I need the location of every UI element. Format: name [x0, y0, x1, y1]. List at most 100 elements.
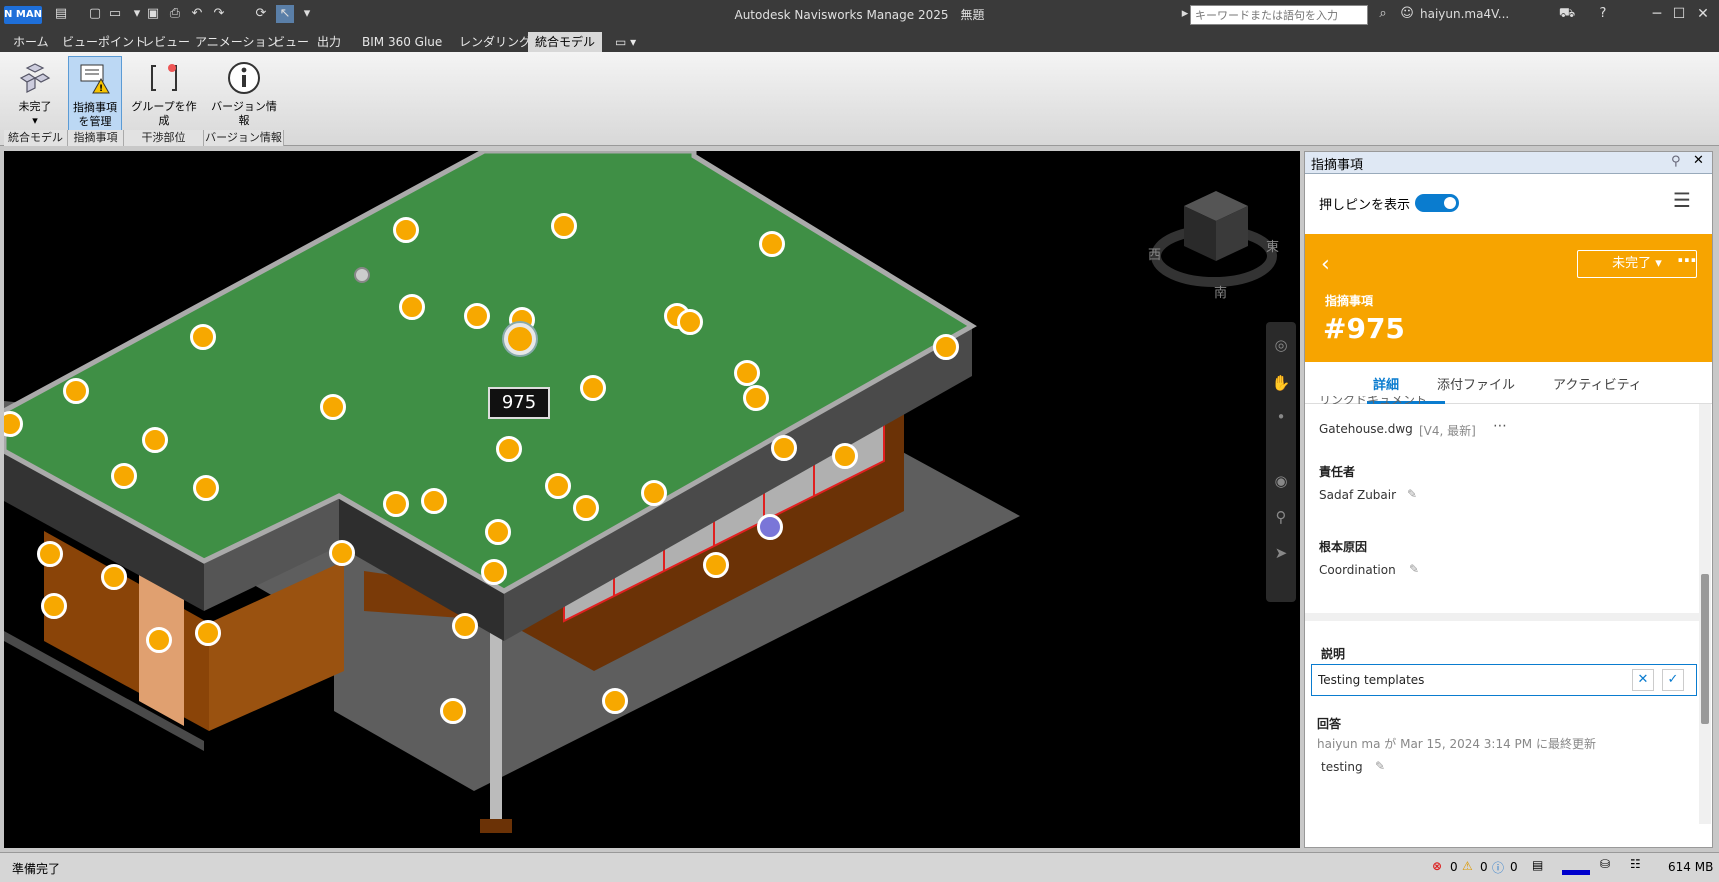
- redo-icon[interactable]: ↷: [210, 5, 228, 23]
- zoom-icon[interactable]: •: [1270, 406, 1292, 428]
- model-viewport[interactable]: 西 東 南 975 ◎ ✋ • ◉ ⚲ ➤: [4, 151, 1300, 848]
- issue-pin[interactable]: [101, 564, 127, 590]
- issue-pin[interactable]: [383, 491, 409, 517]
- issue-pin[interactable]: [452, 613, 478, 639]
- issue-pin[interactable]: [771, 435, 797, 461]
- issue-pin[interactable]: [734, 360, 760, 386]
- hamburger-menu-icon[interactable]: ☰: [1673, 188, 1691, 212]
- refresh-icon[interactable]: ⟳: [252, 5, 270, 23]
- issue-pin[interactable]: [329, 540, 355, 566]
- back-chevron-icon[interactable]: ‹: [1321, 252, 1330, 277]
- minimize-button[interactable]: ─: [1646, 4, 1668, 24]
- issue-pin[interactable]: [41, 593, 67, 619]
- issue-pin[interactable]: [111, 463, 137, 489]
- tab-extra-dropdown[interactable]: ▭ ▾: [608, 32, 643, 52]
- user-icon[interactable]: ☺: [1398, 5, 1416, 23]
- selected-issue-pin[interactable]: [504, 323, 536, 355]
- user-name[interactable]: haiyun.ma4V...: [1420, 7, 1509, 21]
- issue-pin[interactable]: [142, 427, 168, 453]
- issue-pin[interactable]: [399, 294, 425, 320]
- issue-pin[interactable]: [195, 620, 221, 646]
- issue-pin[interactable]: [545, 473, 571, 499]
- error-icon[interactable]: ⊗: [1432, 859, 1442, 873]
- tab-rendering[interactable]: レンダリング: [452, 32, 538, 52]
- steering-wheel-icon[interactable]: ◎: [1270, 334, 1292, 356]
- info-status-icon[interactable]: ⓘ: [1492, 859, 1504, 876]
- tab-details[interactable]: 詳細: [1373, 374, 1399, 393]
- tab-attachments[interactable]: 添付ファイル: [1437, 374, 1515, 393]
- pin-panel-icon[interactable]: ⚲: [1671, 154, 1681, 169]
- cart-icon[interactable]: ⛟: [1558, 5, 1576, 23]
- undo-icon[interactable]: ↶: [188, 5, 206, 23]
- maximize-button[interactable]: ☐: [1668, 4, 1690, 24]
- more-options-icon[interactable]: ⋯: [1677, 248, 1697, 272]
- issue-pin-closed[interactable]: [757, 514, 783, 540]
- issue-pin[interactable]: [440, 698, 466, 724]
- show-pins-toggle[interactable]: [1415, 194, 1459, 212]
- status-filter-button[interactable]: 未完了 ▾: [4, 56, 66, 132]
- help-icon[interactable]: ?: [1594, 5, 1612, 23]
- close-window-button[interactable]: ✕: [1692, 4, 1714, 24]
- tab-view[interactable]: ビュー: [266, 32, 316, 52]
- issue-pin[interactable]: [464, 303, 490, 329]
- issue-pin[interactable]: [580, 375, 606, 401]
- panel-scrollbar[interactable]: [1699, 404, 1711, 824]
- select-cursor-icon[interactable]: ↖: [276, 5, 294, 23]
- issue-pin[interactable]: [703, 552, 729, 578]
- cancel-edit-button[interactable]: ✕: [1632, 669, 1654, 691]
- edit-answer-icon[interactable]: ✎: [1375, 759, 1385, 773]
- save-icon[interactable]: ▣: [144, 5, 162, 23]
- tab-integrated-model[interactable]: 統合モデル: [528, 32, 603, 52]
- issue-pin[interactable]: [759, 231, 785, 257]
- scrollbar-thumb[interactable]: [1701, 574, 1709, 724]
- issue-pin[interactable]: [573, 495, 599, 521]
- pan-hand-icon[interactable]: ✋: [1270, 372, 1292, 394]
- walk-icon[interactable]: ⚲: [1270, 506, 1292, 528]
- issue-pin[interactable]: [193, 475, 219, 501]
- confirm-edit-button[interactable]: ✓: [1662, 669, 1684, 691]
- app-logo[interactable]: N MAN: [4, 6, 42, 24]
- issue-pin[interactable]: [551, 213, 577, 239]
- issue-pin[interactable]: [832, 443, 858, 469]
- warning-icon[interactable]: ⚠: [1462, 859, 1473, 873]
- issue-pin[interactable]: [190, 324, 216, 350]
- issue-pin[interactable]: [641, 480, 667, 506]
- linked-file-name[interactable]: Gatehouse.dwg: [1319, 422, 1413, 436]
- customize-dropdown-icon[interactable]: ▾: [298, 5, 316, 23]
- issue-pin[interactable]: [933, 334, 959, 360]
- issue-pin[interactable]: [602, 688, 628, 714]
- edit-assignee-icon[interactable]: ✎: [1407, 487, 1417, 501]
- search-input[interactable]: [1190, 5, 1368, 25]
- issue-pin[interactable]: [496, 436, 522, 462]
- issue-pin[interactable]: [320, 394, 346, 420]
- issue-pin[interactable]: [146, 627, 172, 653]
- file-more-icon[interactable]: ⋯: [1493, 418, 1507, 434]
- issue-pin[interactable]: [421, 488, 447, 514]
- issue-pin[interactable]: [743, 385, 769, 411]
- issue-pin[interactable]: [63, 378, 89, 404]
- issue-pin[interactable]: [393, 217, 419, 243]
- select-icon[interactable]: ➤: [1270, 542, 1292, 564]
- orbit-icon[interactable]: ◉: [1270, 470, 1292, 492]
- issue-pin[interactable]: [485, 519, 511, 545]
- version-info-button[interactable]: バージョン情報: [206, 56, 282, 132]
- open-folder-icon[interactable]: ▭: [106, 5, 124, 23]
- description-input[interactable]: [1312, 665, 1612, 695]
- binoculars-icon[interactable]: ⌕: [1374, 5, 1392, 23]
- tab-home[interactable]: ホーム: [6, 32, 56, 52]
- group-integrated-model: 統合モデル: [4, 130, 68, 146]
- open-app-icon[interactable]: ▤: [52, 5, 70, 23]
- sheet-browser-icon[interactable]: ▤: [1532, 858, 1543, 872]
- manage-issues-button[interactable]: ! 指摘事項 を管理: [68, 56, 122, 132]
- print-icon[interactable]: ⎙: [166, 5, 184, 23]
- new-file-icon[interactable]: ▢: [86, 5, 104, 23]
- issue-pin[interactable]: [481, 559, 507, 585]
- tab-activity[interactable]: アクティビティ: [1553, 374, 1642, 393]
- issue-pin[interactable]: [677, 309, 703, 335]
- tab-bim360-glue[interactable]: BIM 360 Glue: [355, 32, 449, 52]
- close-panel-icon[interactable]: ✕: [1693, 153, 1704, 168]
- create-group-button[interactable]: グループを作成: [126, 56, 202, 132]
- issue-pin[interactable]: [37, 541, 63, 567]
- tab-output[interactable]: 出力: [310, 32, 348, 52]
- edit-root-cause-icon[interactable]: ✎: [1409, 562, 1419, 576]
